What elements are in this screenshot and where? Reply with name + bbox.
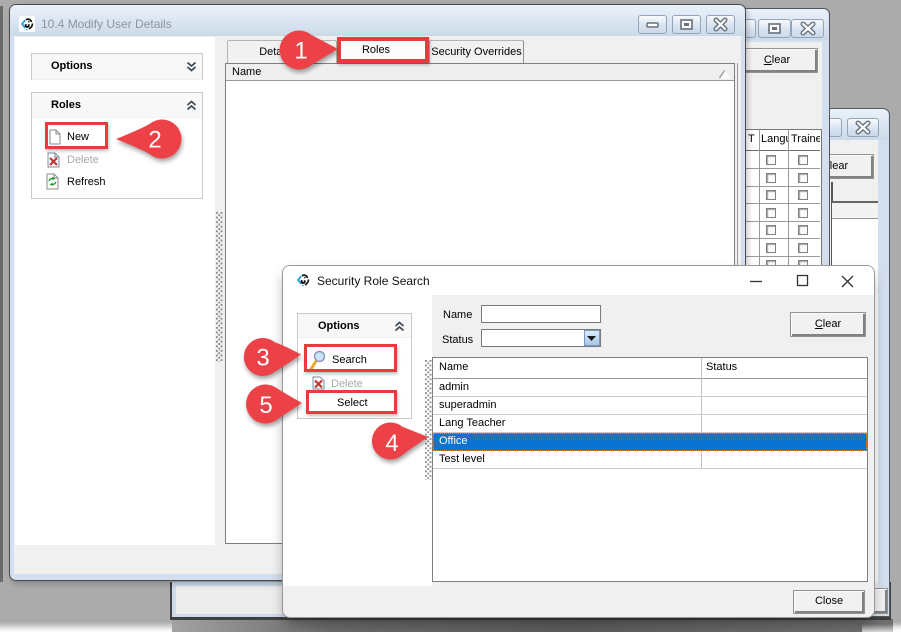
- svg-text:4: 4: [385, 430, 398, 457]
- svg-text:1: 1: [294, 38, 307, 65]
- svg-text:2: 2: [148, 127, 161, 154]
- svg-text:3: 3: [256, 345, 269, 372]
- svg-text:5: 5: [259, 392, 272, 419]
